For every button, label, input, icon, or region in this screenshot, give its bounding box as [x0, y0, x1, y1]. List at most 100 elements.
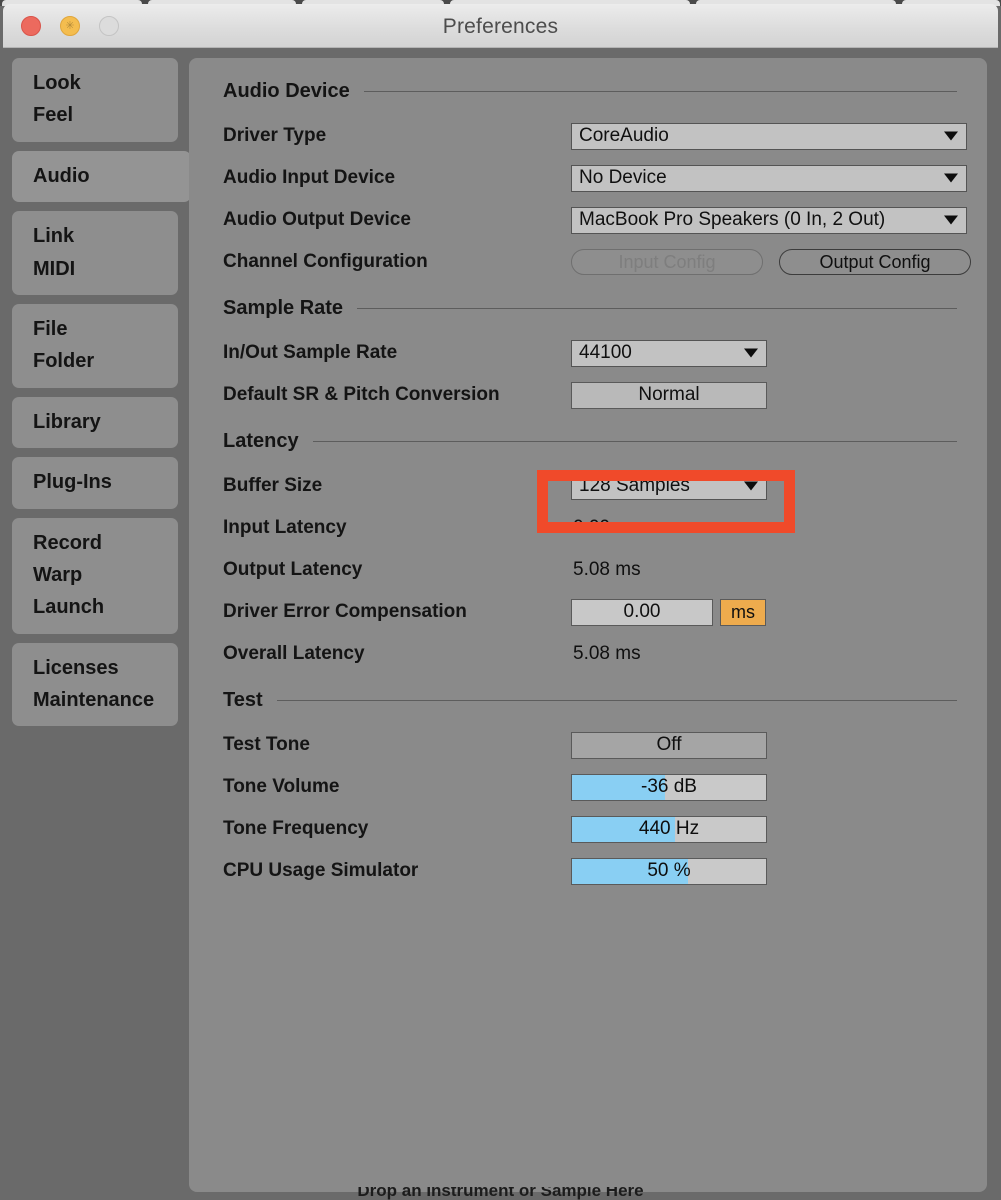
- driver-error-unit-button[interactable]: ms: [720, 598, 766, 626]
- window-title: Preferences: [442, 15, 559, 38]
- label-buffer-size: Buffer Size: [223, 475, 323, 496]
- label-driver-error-compensation: Driver Error Compensation: [223, 601, 467, 622]
- section-divider: [363, 91, 957, 92]
- row-default-sr-pitch-conversion: Default SR & Pitch Conversion Normal: [223, 374, 987, 416]
- section-title-latency: Latency: [223, 430, 299, 452]
- row-channel-configuration: Channel Configuration Input Config Outpu…: [223, 241, 987, 283]
- buffer-size-dropdown[interactable]: 128 Samples: [571, 472, 767, 500]
- section-divider: [276, 700, 957, 701]
- background-drop-hint-text: Drop an Instrument or Sample Here: [357, 1187, 644, 1200]
- input-latency-value: 0.00 ms: [573, 517, 641, 538]
- driver-type-value: CoreAudio: [579, 125, 669, 146]
- chevron-down-icon: [944, 173, 958, 183]
- in-out-sample-rate-value: 44100: [579, 342, 632, 363]
- label-audio-input-device: Audio Input Device: [223, 167, 396, 188]
- sidebar-item-look-feel[interactable]: Look Feel: [12, 58, 178, 142]
- audio-input-device-dropdown[interactable]: No Device: [571, 164, 967, 192]
- driver-error-compensation-input[interactable]: 0.00: [571, 598, 713, 626]
- sidebar-label-folder: Folder: [33, 350, 95, 373]
- output-config-button[interactable]: Output Config: [779, 249, 971, 275]
- label-channel-configuration: Channel Configuration: [223, 251, 428, 272]
- tone-volume-value: -36 dB: [641, 776, 697, 797]
- row-input-latency: Input Latency 0.00 ms: [223, 507, 987, 549]
- section-header-sample-rate: Sample Rate: [223, 283, 987, 320]
- cpu-usage-simulator-slider[interactable]: 50 %: [571, 857, 767, 885]
- driver-type-dropdown[interactable]: CoreAudio: [571, 122, 967, 150]
- row-driver-error-compensation: Driver Error Compensation 0.00 ms: [223, 591, 987, 633]
- window-body: Look Feel Audio Link MIDI File Folder Li…: [3, 48, 998, 1200]
- sidebar-item-file-folder[interactable]: File Folder: [12, 303, 178, 388]
- sidebar-label-library: Library: [33, 410, 101, 433]
- section-header-test: Test: [223, 675, 987, 712]
- label-cpu-usage-simulator: CPU Usage Simulator: [223, 860, 419, 881]
- sidebar-label-midi: MIDI: [33, 257, 76, 280]
- section-header-audio-device: Audio Device: [223, 58, 987, 103]
- sidebar-label-licenses: Licenses: [33, 656, 119, 679]
- label-default-sr-pitch-conversion: Default SR & Pitch Conversion: [223, 384, 500, 405]
- tone-volume-slider[interactable]: -36 dB: [571, 773, 767, 801]
- section-header-latency: Latency: [223, 416, 987, 453]
- chevron-down-icon: [944, 131, 958, 141]
- audio-output-device-dropdown[interactable]: MacBook Pro Speakers (0 In, 2 Out): [571, 206, 967, 234]
- sidebar-item-plug-ins[interactable]: Plug-Ins: [12, 457, 178, 509]
- sidebar-label-feel: Feel: [33, 104, 74, 127]
- test-tone-button[interactable]: Off: [571, 731, 767, 759]
- row-tone-volume: Tone Volume -36 dB: [223, 766, 987, 808]
- row-buffer-size: Buffer Size 128 Samples: [223, 465, 987, 507]
- row-output-latency: Output Latency 5.08 ms: [223, 549, 987, 591]
- output-latency-value: 5.08 ms: [573, 559, 641, 580]
- row-test-tone: Test Tone Off: [223, 724, 987, 766]
- sidebar: Look Feel Audio Link MIDI File Folder Li…: [12, 58, 194, 735]
- sidebar-label-record: Record: [33, 531, 102, 554]
- sidebar-label-launch: Launch: [33, 596, 105, 619]
- sidebar-label-plug-ins: Plug-Ins: [33, 471, 112, 494]
- section-divider: [357, 308, 957, 309]
- row-overall-latency: Overall Latency 5.08 ms: [223, 633, 987, 675]
- sidebar-label-file: File: [33, 317, 68, 340]
- row-in-out-sample-rate: In/Out Sample Rate 44100: [223, 332, 987, 374]
- tone-frequency-slider[interactable]: 440 Hz: [571, 815, 767, 843]
- title-bar: ✳ Preferences: [3, 4, 998, 48]
- input-config-button[interactable]: Input Config: [571, 249, 763, 275]
- sidebar-label-maintenance: Maintenance: [33, 689, 155, 712]
- section-title-sample-rate: Sample Rate: [223, 297, 344, 319]
- label-driver-type: Driver Type: [223, 125, 327, 146]
- audio-output-device-value: MacBook Pro Speakers (0 In, 2 Out): [579, 209, 886, 230]
- label-overall-latency: Overall Latency: [223, 643, 365, 664]
- row-driver-type: Driver Type CoreAudio: [223, 115, 987, 157]
- sidebar-label-warp: Warp: [33, 563, 83, 586]
- audio-input-device-value: No Device: [579, 167, 667, 188]
- chevron-down-icon: [744, 348, 758, 358]
- sidebar-item-library[interactable]: Library: [12, 396, 178, 449]
- sidebar-item-record-warp-launch[interactable]: Record Warp Launch: [12, 517, 178, 634]
- preferences-window: ✳ Preferences Look Feel Audio Link MIDI …: [0, 0, 1001, 1200]
- label-audio-output-device: Audio Output Device: [223, 209, 411, 230]
- section-divider: [312, 441, 957, 442]
- label-tone-volume: Tone Volume: [223, 776, 340, 797]
- row-audio-output-device: Audio Output Device MacBook Pro Speakers…: [223, 199, 987, 241]
- buffer-size-value: 128 Samples: [579, 475, 690, 496]
- section-title-test: Test: [223, 689, 263, 711]
- sidebar-label-link: Link: [33, 225, 75, 248]
- in-out-sample-rate-dropdown[interactable]: 44100: [571, 339, 767, 367]
- label-tone-frequency: Tone Frequency: [223, 818, 369, 839]
- cpu-usage-value: 50 %: [647, 860, 691, 881]
- background-drop-hint: Drop an Instrument or Sample Here: [0, 1187, 1001, 1200]
- label-input-latency: Input Latency: [223, 517, 347, 538]
- default-sr-pitch-conversion-button[interactable]: Normal: [571, 381, 767, 409]
- chevron-down-icon: [944, 215, 958, 225]
- label-output-latency: Output Latency: [223, 559, 363, 580]
- sidebar-label-look: Look: [33, 72, 81, 94]
- tone-frequency-value: 440 Hz: [638, 818, 700, 839]
- label-test-tone: Test Tone: [223, 734, 310, 755]
- sidebar-item-link-midi[interactable]: Link MIDI: [12, 211, 178, 295]
- chevron-down-icon: [744, 481, 758, 491]
- sidebar-item-audio[interactable]: Audio: [12, 150, 191, 203]
- settings-pane: Audio Device Driver Type CoreAudio Audio…: [189, 58, 987, 1192]
- overall-latency-value: 5.08 ms: [573, 643, 641, 664]
- sidebar-label-audio: Audio: [33, 164, 90, 187]
- section-title-audio-device: Audio Device: [223, 80, 350, 102]
- row-audio-input-device: Audio Input Device No Device: [223, 157, 987, 199]
- sidebar-item-licenses-maintenance[interactable]: Licenses Maintenance: [12, 642, 178, 727]
- label-in-out-sample-rate: In/Out Sample Rate: [223, 342, 398, 363]
